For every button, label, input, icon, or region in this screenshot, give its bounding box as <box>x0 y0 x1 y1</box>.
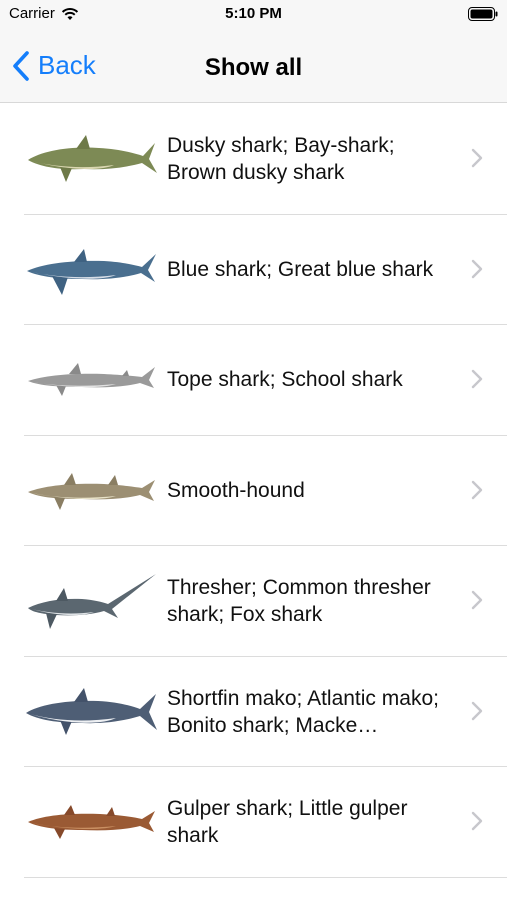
blue-shark-image <box>27 248 156 295</box>
shark-name: Thresher; Common thresher shark; Fox sha… <box>167 576 431 626</box>
status-time: 5:10 PM <box>225 5 282 22</box>
smooth-hound-image <box>28 472 155 510</box>
chevron-right-icon <box>471 480 483 499</box>
list-item[interactable]: Tope shark; School shark <box>0 325 507 436</box>
thresher-shark-image <box>28 574 156 629</box>
shark-name: Smooth-hound <box>167 478 305 502</box>
chevron-right-icon <box>471 148 483 168</box>
navigation-bar: Back Show all <box>0 28 507 103</box>
gulper-shark-image <box>28 805 155 839</box>
shark-name: Gulper shark; Little gulper shark <box>167 797 408 847</box>
chevron-right-icon <box>471 590 483 610</box>
shark-name: Dusky shark; Bay-shark; Brown dusky shar… <box>167 134 395 184</box>
list-item[interactable]: Thresher; Common thresher shark; Fox sha… <box>0 546 507 657</box>
dusky-shark-image <box>28 135 157 182</box>
shark-list: Dusky shark; Bay-shark; Brown dusky shar… <box>0 104 507 878</box>
chevron-right-icon <box>471 811 483 831</box>
chevron-right-icon <box>471 369 483 389</box>
list-item[interactable]: Shortfin mako; Atlantic mako; Bonito sha… <box>0 657 507 768</box>
chevron-right-icon <box>471 701 483 720</box>
shortfin-mako-image <box>26 687 157 735</box>
tope-shark-image <box>28 363 155 396</box>
page-title: Show all <box>204 54 303 81</box>
chevron-right-icon <box>471 259 483 278</box>
shark-name: Shortfin mako; Atlantic mako; Bonito sha… <box>167 686 439 737</box>
shark-name: Tope shark; School shark <box>167 368 403 391</box>
shark-name: Blue shark; Great blue shark <box>167 257 434 281</box>
list-item[interactable]: Smooth-hound <box>0 436 507 547</box>
list-item[interactable]: Dusky shark; Bay-shark; Brown dusky shar… <box>0 104 507 215</box>
status-bar: Carrier 5:10 PM <box>0 0 507 28</box>
battery-icon <box>468 7 498 26</box>
list-item[interactable]: Blue shark; Great blue shark <box>0 215 507 326</box>
list-item[interactable]: Gulper shark; Little gulper shark <box>0 767 507 878</box>
